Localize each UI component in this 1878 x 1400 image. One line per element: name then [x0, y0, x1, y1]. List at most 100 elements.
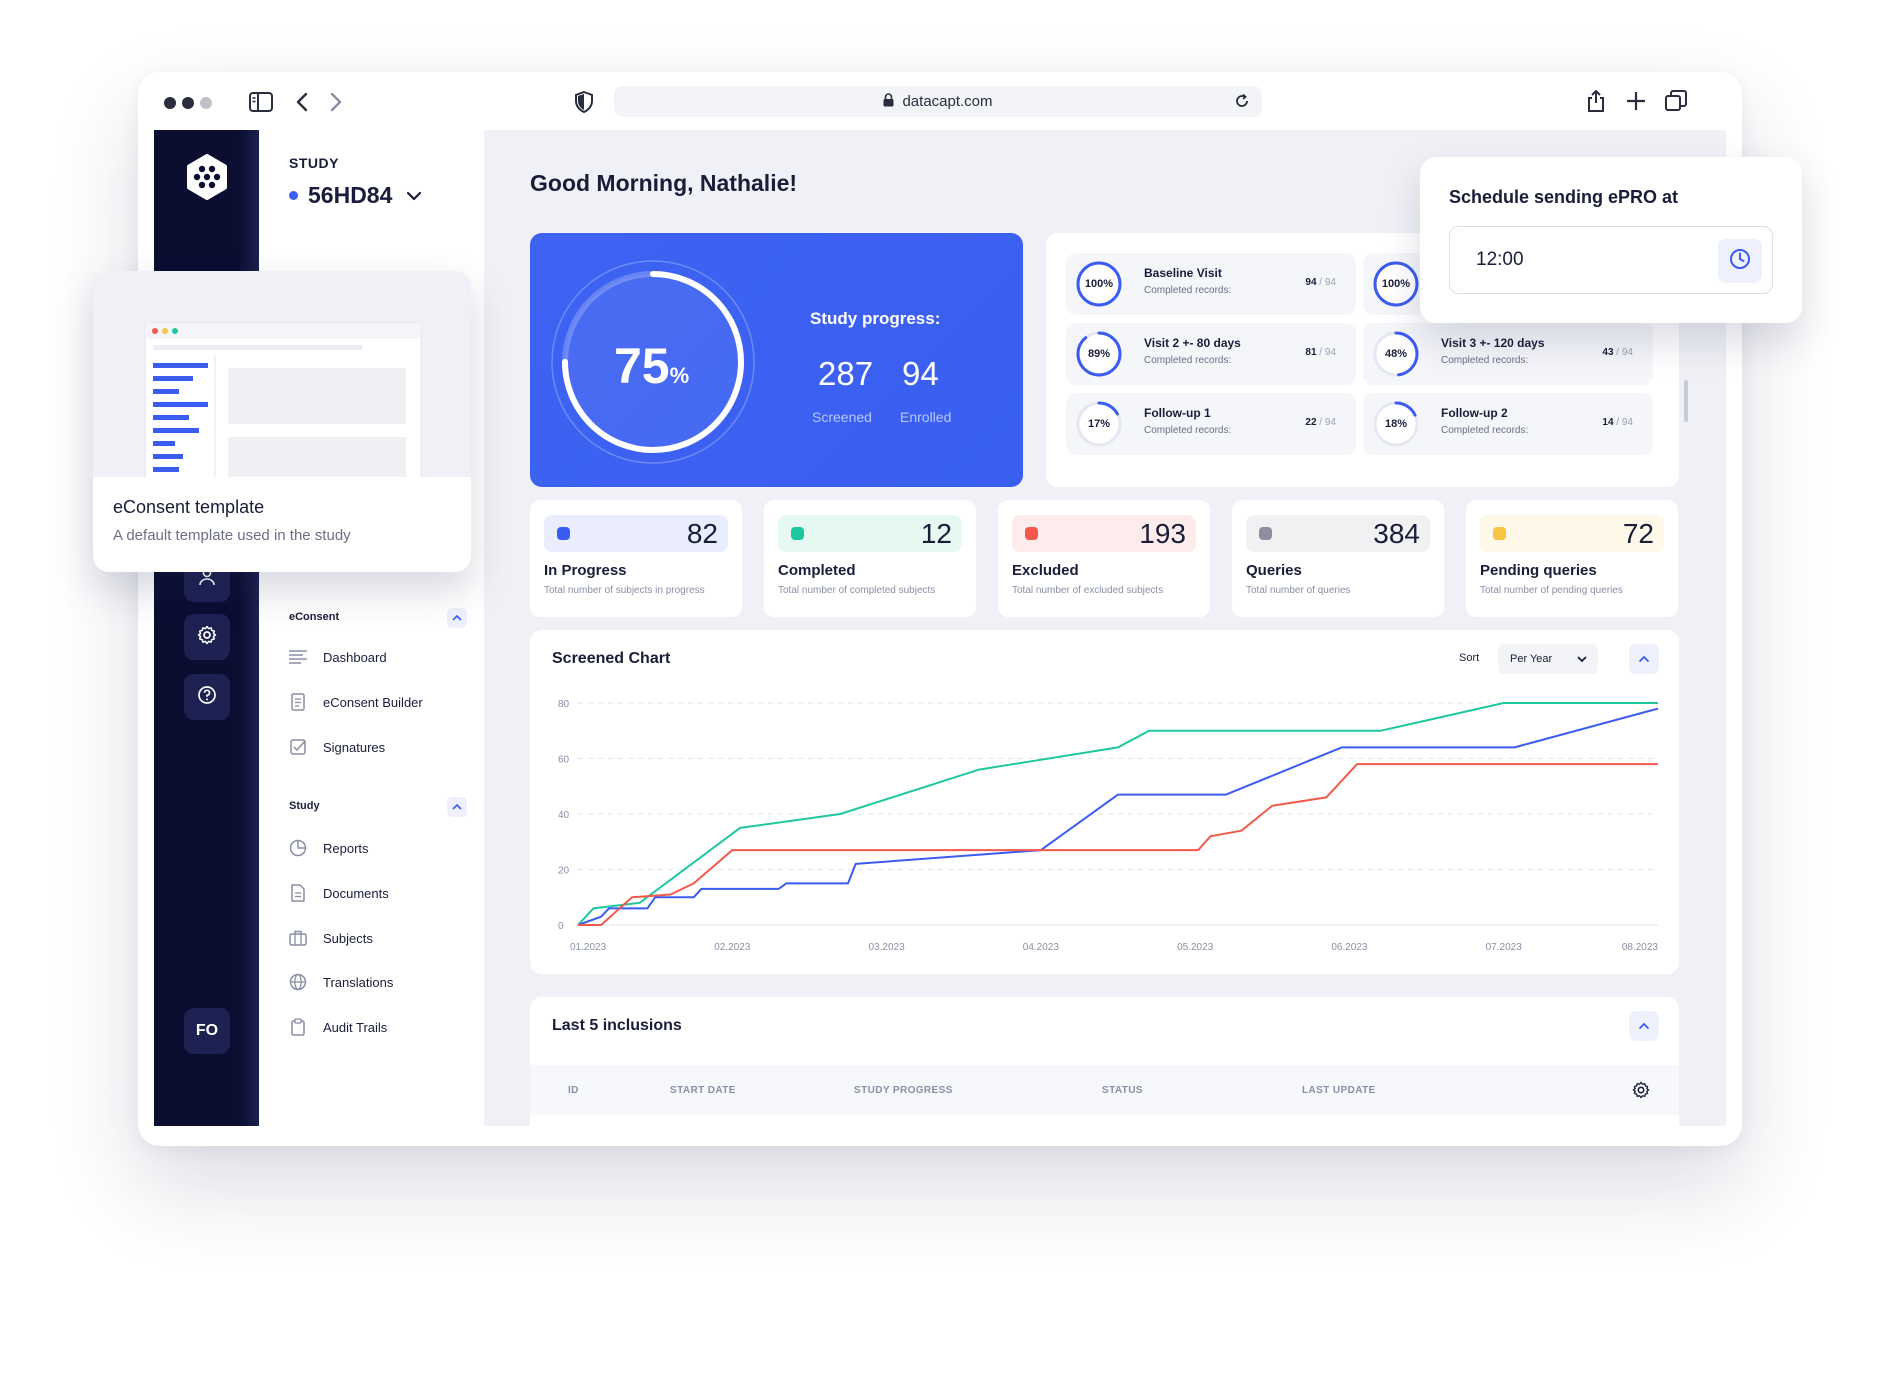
collapse-chart-button[interactable] [1629, 644, 1659, 674]
column-header-id[interactable]: ID [568, 1085, 579, 1096]
chevron-down-icon [406, 191, 422, 201]
visit-subtitle: Completed records: [1144, 285, 1232, 296]
back-arrow-icon[interactable] [292, 90, 312, 114]
stat-card-queries[interactable]: 384 Queries Total number of queries [1232, 500, 1444, 617]
collapse-inclusions-button[interactable] [1629, 1011, 1659, 1041]
screened-label: Screened [812, 409, 872, 425]
shield-icon[interactable] [572, 90, 596, 114]
nav-item-subjects[interactable]: Subjects [289, 929, 373, 947]
y-tick-label: 0 [558, 921, 564, 932]
window-close-dot[interactable] [164, 97, 176, 109]
visit-item[interactable]: 48% Visit 3 +- 120 days Completed records:… [1363, 323, 1653, 385]
forward-arrow-icon[interactable] [326, 90, 346, 114]
stat-band: 72 [1480, 515, 1664, 552]
study-label: STUDY [289, 155, 339, 171]
window-maximize-dot[interactable] [200, 97, 212, 109]
visit-name: Visit 3 +- 120 days [1441, 336, 1545, 350]
stat-card-in-progress[interactable]: 82 In Progress Total number of subjects in… [530, 500, 742, 617]
stat-card-excluded[interactable]: 193 Excluded Total number of excluded subj… [998, 500, 1210, 617]
address-bar[interactable]: datacapt.com [614, 86, 1262, 117]
visit-name: Follow-up 1 [1144, 406, 1211, 420]
screened-line-chart: 0 20 40 60 80 01.2023 02.2023 03.2023 04.2023 05.… [558, 699, 1659, 953]
app-logo-icon[interactable] [184, 154, 230, 200]
econsent-template-card[interactable]: eConsent template A default template use… [93, 271, 471, 572]
visit-done: 81 [1305, 347, 1317, 358]
new-tab-icon[interactable] [1624, 88, 1648, 114]
visit-item[interactable]: 18% Follow-up 2 Completed records: 14 / 94 [1363, 393, 1653, 455]
nav-item-reports[interactable]: Reports [289, 839, 369, 857]
visit-records-count: 81 / 94 [1305, 347, 1336, 358]
column-header-start-date[interactable]: START DATE [670, 1085, 736, 1096]
sort-select-value: Per Year [1510, 653, 1553, 665]
nav-item-translations[interactable]: Translations [289, 973, 393, 991]
visit-separator: / [1613, 417, 1622, 428]
visit-percent: 100% [1084, 278, 1114, 290]
x-tick-label: 04.2023 [1023, 942, 1060, 953]
stat-value: 193 [1139, 518, 1186, 549]
nav-section-study: Study [289, 800, 320, 812]
window-minimize-dot[interactable] [182, 97, 194, 109]
collapse-econsent-button[interactable] [447, 608, 467, 628]
stat-color-dot [1259, 527, 1272, 540]
visit-records-count: 94 / 94 [1305, 277, 1336, 288]
nav-item-label: Subjects [323, 930, 373, 946]
stat-description: Total number of queries [1246, 585, 1351, 596]
visit-item[interactable]: 89% Visit 2 +- 80 days Completed records: 8… [1066, 323, 1356, 385]
stat-card-completed[interactable]: 12 Completed Total number of completed sub… [764, 500, 976, 617]
study-selector[interactable]: 56HD84 [289, 182, 422, 209]
stat-color-dot [1025, 527, 1038, 540]
stat-description: Total number of completed subjects [778, 585, 936, 596]
visit-separator: / [1613, 347, 1622, 358]
column-header-status[interactable]: STATUS [1102, 1085, 1143, 1096]
nav-item-documents[interactable]: Documents [289, 884, 389, 902]
visit-total: 94 [1324, 417, 1336, 428]
visit-total: 94 [1621, 417, 1633, 428]
study-id: 56HD84 [308, 182, 393, 208]
reload-icon[interactable] [1234, 93, 1250, 113]
checkbox-icon [289, 738, 307, 756]
rail-help-button[interactable] [184, 674, 230, 720]
x-tick-label: 01.2023 [570, 942, 607, 953]
visit-item[interactable]: 17% Follow-up 1 Completed records: 22 / 94 [1066, 393, 1356, 455]
stat-label: In Progress [544, 562, 627, 579]
visit-records-count: 14 / 94 [1602, 417, 1633, 428]
table-settings-icon[interactable] [1632, 1081, 1650, 1104]
sort-select[interactable]: Per Year [1498, 644, 1598, 674]
nav-item-signatures[interactable]: Signatures [289, 738, 385, 756]
stat-label: Pending queries [1480, 562, 1597, 579]
visit-percent: 89% [1087, 348, 1111, 360]
epro-title: Schedule sending ePRO at [1449, 187, 1679, 207]
column-header-last-update[interactable]: LAST UPDATE [1302, 1085, 1376, 1096]
user-avatar[interactable]: FO [184, 1008, 230, 1054]
visits-scrollbar[interactable] [1684, 380, 1688, 422]
visit-subtitle: Completed records: [1144, 355, 1232, 366]
sidebar-toggle-icon[interactable] [248, 90, 274, 114]
series-line-1 [577, 707, 1659, 926]
column-header-study-progress[interactable]: STUDY PROGRESS [854, 1085, 953, 1096]
clock-button[interactable] [1718, 239, 1762, 283]
collapse-study-button[interactable] [447, 797, 467, 817]
tabs-overview-icon[interactable] [1664, 88, 1688, 114]
stat-card-pending-queries[interactable]: 72 Pending queries Total number of pending… [1466, 500, 1678, 617]
visit-item[interactable]: 100% Baseline Visit Completed records: 94 /… [1066, 253, 1356, 315]
rail-settings-button[interactable] [184, 614, 230, 660]
stat-value: 384 [1373, 518, 1420, 549]
epro-time-input[interactable]: 12:00 [1449, 226, 1773, 294]
share-icon[interactable] [1584, 88, 1608, 114]
nav-item-econsent-builder[interactable]: eConsent Builder [289, 693, 423, 711]
visit-done: 43 [1602, 347, 1614, 358]
enrolled-count: 94 [902, 355, 939, 392]
chart-title: Screened Chart [552, 650, 671, 667]
list-icon [289, 648, 307, 666]
y-tick-label: 20 [558, 866, 570, 877]
visit-done: 14 [1602, 417, 1614, 428]
stat-description: Total number of subjects in progress [544, 585, 705, 596]
nav-item-label: Reports [323, 840, 369, 856]
visit-separator: / [1316, 347, 1325, 358]
schedule-epro-card: Schedule sending ePRO at 12:00 [1420, 157, 1802, 323]
progress-percent-value: 75 [614, 338, 670, 394]
stat-description: Total number of pending queries [1480, 585, 1623, 596]
nav-item-audit-trails[interactable]: Audit Trails [289, 1018, 387, 1036]
nav-item-dashboard[interactable]: Dashboard [289, 648, 387, 666]
epro-time-value: 12:00 [1476, 249, 1524, 270]
